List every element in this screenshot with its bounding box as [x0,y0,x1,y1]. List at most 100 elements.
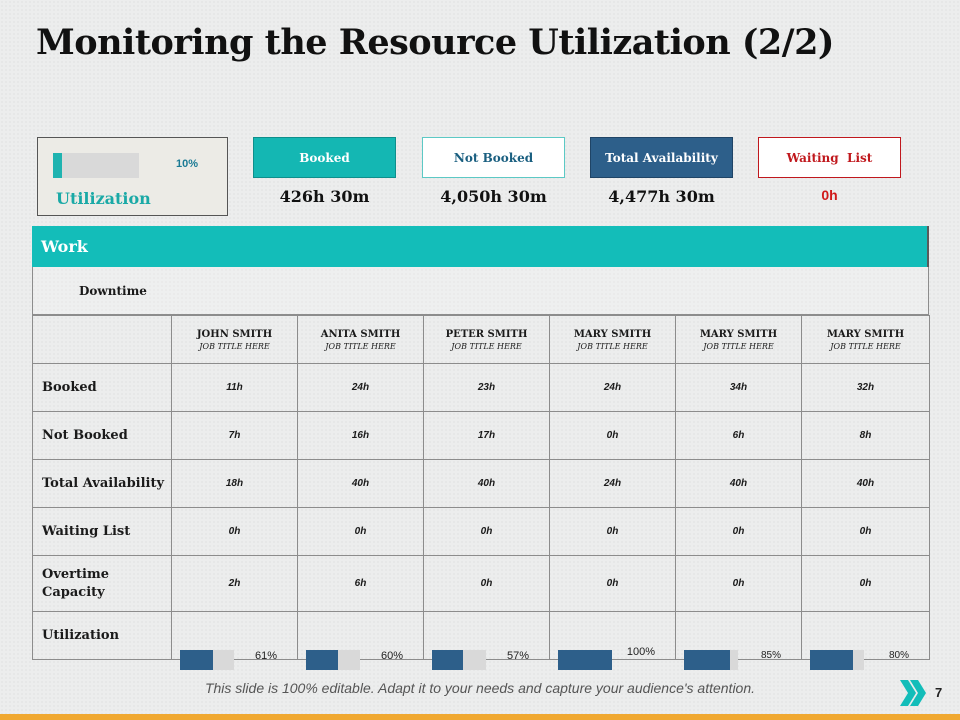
person-job-title: JOB TITLE HERE [830,341,901,351]
utilization-bar-percent: 57% [506,649,529,662]
footer-note: This slide is 100% editable. Adapt it to… [204,680,756,696]
table-cell: 0h [297,507,424,556]
table-row-total-availability: Total Availability 18h 40h 40h 24h 40h 4… [32,459,930,508]
utilization-bar-percent: 60% [380,649,403,662]
utilization-cell: 100% [549,611,676,670]
utilization-bar-percent: 100% [626,645,655,658]
table-cell: 2h [171,555,298,612]
not-booked-summary-value: 4,050h 30m [440,187,547,206]
person-header: JOHN SMITH JOB TITLE HERE [171,315,298,364]
utilization-bar-fill [810,649,854,670]
table-cell: 40h [423,459,550,508]
table-cell: 40h [297,459,424,508]
utilization-bar-track [684,649,738,670]
table-cell: 17h [423,411,550,460]
table-cell: 11h [171,363,298,412]
table-cell: 6h [675,411,802,460]
table-cell: 0h [549,507,676,556]
person-job-title: JOB TITLE HERE [451,341,522,351]
table-row-overtime-capacity: Overtime Capacity 2h 6h 0h 0h 0h 0h [32,555,930,612]
utilization-bar-percent: 80% [888,649,909,661]
person-header: MARY SMITH JOB TITLE HERE [549,315,676,364]
bottom-accent-line [0,714,960,720]
utilization-cell: 80% [801,611,930,670]
utilization-bar-percent: 85% [760,649,781,661]
utilization-bar-track [810,649,864,670]
utilization-bar-fill [558,649,612,670]
table-cell: 16h [297,411,424,460]
resource-table: Work Downtime JOHN SMITH JOB TITLE HERE A… [32,226,930,670]
person-job-title: JOB TITLE HERE [199,341,270,351]
utilization-bar-fill [306,649,339,670]
table-cell: 23h [423,363,550,412]
person-name: MARY SMITH [699,328,778,340]
resource-grid: JOHN SMITH JOB TITLE HERE ANITA SMITH JOB … [32,315,930,670]
table-row-waiting-list: Waiting List 0h 0h 0h 0h 0h 0h [32,507,930,556]
corner-cell [32,315,172,364]
page-number: 7 [935,685,943,700]
utilization-progress-track [53,153,139,178]
utilization-bar-fill [432,649,463,670]
utilization-bar-percent: 61% [254,649,277,662]
utilization-bar-fill [180,649,213,670]
utilization-bar-track [432,649,486,670]
waiting-list-summary-badge: Waiting List [758,137,901,178]
table-cell: 40h [675,459,802,508]
people-header-row: JOHN SMITH JOB TITLE HERE ANITA SMITH JOB … [32,315,930,364]
utilization-cell: 61% [171,611,298,670]
row-label: Waiting List [32,507,172,556]
table-cell: 0h [801,507,930,556]
utilization-bar-track [180,649,234,670]
table-cell: 0h [171,507,298,556]
person-name: JOHN SMITH [196,328,273,340]
utilization-cell: 85% [675,611,802,670]
table-cell: 0h [423,555,550,612]
downtime-label: Downtime [79,283,147,298]
table-cell: 0h [423,507,550,556]
table-cell: 32h [801,363,930,412]
utilization-progress-fill [53,153,62,178]
table-cell: 0h [801,555,930,612]
utilization-cell: 57% [423,611,550,670]
work-section-header: Work [32,226,929,267]
person-header: MARY SMITH JOB TITLE HERE [675,315,802,364]
booked-summary-value: 426h 30m [279,187,370,206]
table-cell: 34h [675,363,802,412]
row-label: Booked [32,363,172,412]
row-label: Total Availability [32,459,172,508]
total-availability-summary-badge: Total Availability [590,137,733,178]
person-name: PETER SMITH [445,328,528,340]
table-cell: 0h [675,555,802,612]
table-cell: 0h [549,411,676,460]
utilization-cell: 60% [297,611,424,670]
table-cell: 24h [549,363,676,412]
table-cell: 40h [801,459,930,508]
page-title: Monitoring the Resource Utilization (2/2… [36,22,834,63]
utilization-percent: 10% [176,158,199,170]
person-job-title: JOB TITLE HERE [325,341,396,351]
table-cell: 0h [675,507,802,556]
booked-summary-badge: Booked [253,137,396,178]
table-row-utilization: Utilization 61% 60% 57% 100% 85% 80% [32,611,930,670]
table-row-booked: Booked 11h 24h 23h 24h 34h 32h [32,363,930,412]
utilization-bar-track [558,649,612,670]
table-row-not-booked: Not Booked 7h 16h 17h 0h 6h 8h [32,411,930,460]
waiting-list-summary-value: 0h [821,187,838,203]
row-label: Utilization [32,611,172,660]
downtime-row: Downtime [32,267,929,315]
not-booked-summary-badge: Not Booked [422,137,565,178]
utilization-label: Utilization [56,189,151,208]
table-cell: 6h [297,555,424,612]
table-cell: 18h [171,459,298,508]
table-cell: 24h [297,363,424,412]
utilization-bar-fill [684,649,730,670]
person-name: MARY SMITH [573,328,652,340]
table-cell: 0h [549,555,676,612]
table-cell: 8h [801,411,930,460]
person-name: ANITA SMITH [320,328,401,340]
table-cell: 7h [171,411,298,460]
utilization-summary-card: 10% Utilization [37,137,228,216]
utilization-bar-track [306,649,360,670]
double-chevron-right-icon [900,680,926,706]
person-name: MARY SMITH [826,328,905,340]
